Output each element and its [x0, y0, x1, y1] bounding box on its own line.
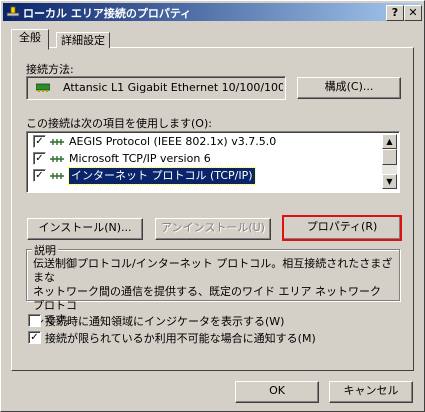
close-button[interactable]: ✕	[404, 5, 422, 21]
properties-button[interactable]: プロパティ(R)	[282, 215, 402, 241]
install-button[interactable]: インストール(N)...	[27, 218, 143, 240]
window-title: ローカル エリア接続のプロパティ	[23, 7, 192, 20]
description-title: 説明	[32, 242, 58, 258]
component-label: AEGIS Protocol (IEEE 802.1x) v3.7.5.0	[69, 135, 277, 148]
show-indicator-checkbox[interactable]	[28, 314, 41, 327]
tab-advanced[interactable]: 詳細設定	[56, 32, 110, 48]
protocol-icon	[50, 173, 64, 179]
help-button[interactable]: ?	[386, 5, 404, 21]
components-scrollbar[interactable]: ▲ ▼	[382, 134, 397, 189]
components-label: この接続は次の項目を使用します(O):	[26, 117, 212, 130]
notify-limited-label[interactable]: 接続が限られているか利用不可能な場合に通知する(M)	[45, 330, 316, 346]
protocol-icon	[50, 139, 64, 145]
ok-button[interactable]: OK	[235, 381, 319, 403]
configure-button[interactable]: 構成(C)...	[297, 77, 401, 99]
show-indicator-label[interactable]: 接続時に通知領域にインジケータを表示する(W)	[45, 313, 284, 329]
scroll-up-arrow-icon[interactable]: ▲	[382, 134, 397, 149]
protocol-icon	[50, 156, 64, 162]
title-bar[interactable]: ローカル エリア接続のプロパティ ? ✕	[3, 3, 422, 21]
adapter-name: Attansic L1 Gigabit Ethernet 10/100/100	[63, 81, 283, 94]
adapter-name-field: Attansic L1 Gigabit Ethernet 10/100/100	[26, 76, 286, 100]
close-icon: ✕	[408, 6, 418, 19]
component-label: インターネット プロトコル (TCP/IP)	[68, 167, 256, 185]
connect-using-label: 接続方法:	[26, 63, 74, 76]
properties-dialog: ローカル エリア接続のプロパティ ? ✕ 全般 詳細設定 接続方法: Attan…	[0, 0, 425, 412]
component-label: Microsoft TCP/IP version 6	[69, 152, 211, 165]
component-checkbox[interactable]: ✓	[33, 169, 46, 182]
network-adapter-icon	[36, 83, 50, 92]
component-checkbox[interactable]: ✓	[33, 135, 46, 148]
notify-limited-checkbox[interactable]: ✓	[28, 331, 41, 344]
cancel-button[interactable]: キャンセル	[329, 381, 413, 403]
uninstall-button: アンインストール(U)	[155, 218, 271, 240]
scroll-down-arrow-icon[interactable]: ▼	[382, 174, 397, 189]
network-connection-icon	[6, 6, 20, 18]
component-checkbox[interactable]: ✓	[33, 152, 46, 165]
components-list[interactable]: ✓ AEGIS Protocol (IEEE 802.1x) v3.7.5.0 …	[26, 131, 400, 193]
scroll-thumb[interactable]	[382, 149, 397, 165]
tab-general[interactable]: 全般	[11, 29, 49, 50]
